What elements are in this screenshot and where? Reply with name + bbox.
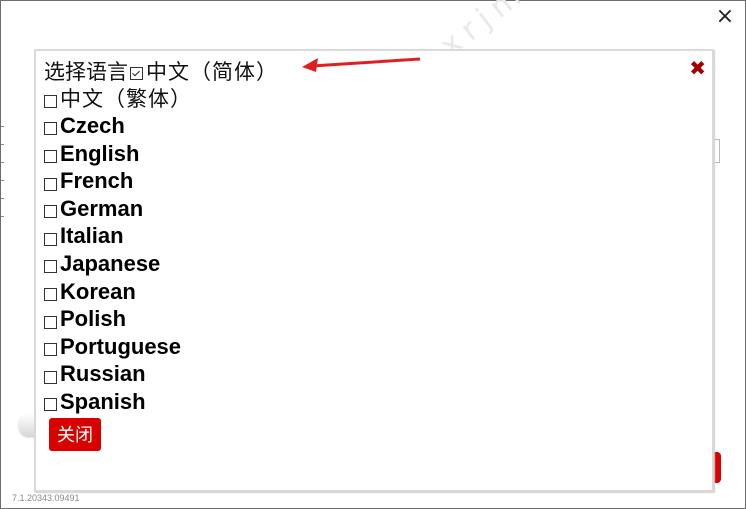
language-label: 中文（繁体） [60,87,192,112]
popup-close-icon[interactable]: ✖ [689,58,706,78]
language-label: German [60,195,144,221]
popup-title: 选择语言 [44,59,128,84]
checkbox[interactable] [44,315,57,329]
language-item[interactable]: Japanese [44,250,278,278]
language-item[interactable]: Polish [44,305,278,333]
language-label: Portuguese [60,333,182,359]
language-label: Italian [60,223,124,249]
language-label: Japanese [60,250,161,276]
language-item[interactable]: Italian [44,223,278,251]
checkbox[interactable] [44,260,57,274]
red-arrow-annotation [302,57,421,72]
checkbox[interactable] [44,398,57,412]
language-label: Czech [60,112,125,138]
checkbox[interactable] [44,232,57,246]
language-item[interactable]: Korean [44,278,278,306]
checkbox[interactable] [44,343,57,357]
checkbox[interactable] [44,150,57,164]
arrow-shaft [311,57,421,68]
language-item[interactable]: Russian [44,361,278,389]
arrow-head [302,58,318,72]
checkbox[interactable] [44,94,57,108]
background-button [713,452,721,483]
language-item[interactable]: Portuguese [44,333,278,361]
language-item[interactable]: English [44,140,278,168]
left-edge-ticks [1,126,4,266]
language-label: French [60,168,134,194]
language-label: Polish [60,306,127,332]
language-label: 中文（简体） [146,59,278,84]
background-input [713,139,720,163]
checkbox[interactable] [44,370,57,384]
checkbox[interactable] [44,288,57,302]
checkbox[interactable] [44,205,57,219]
checkbox-checked[interactable] [130,67,143,81]
language-label: Russian [60,361,146,387]
language-list: 选择语言 中文（简体） 中文（繁体） Czech English French Germ… [44,57,278,451]
language-item[interactable]: 选择语言 中文（简体） [44,57,278,85]
language-item[interactable]: French [44,167,278,195]
checkbox[interactable] [44,177,57,191]
window-close-icon[interactable]: × [713,6,737,28]
checkbox[interactable] [44,122,57,136]
language-item[interactable]: German [44,195,278,223]
language-label: Korean [60,278,136,304]
version-label: 7.1.20343.09491 [12,493,80,503]
language-item[interactable]: Czech [44,112,278,140]
language-label: English [60,140,140,166]
language-label: Spanish [60,388,146,414]
language-popup: ✖ 选择语言 中文（简体） 中文（繁体） Czech English French Ge… [34,49,714,492]
language-item[interactable]: Spanish [44,388,278,416]
language-item[interactable]: 中文（繁体） [44,85,278,113]
close-button[interactable]: 关闭 [49,417,101,451]
close-button-row: 关闭 [44,416,278,451]
